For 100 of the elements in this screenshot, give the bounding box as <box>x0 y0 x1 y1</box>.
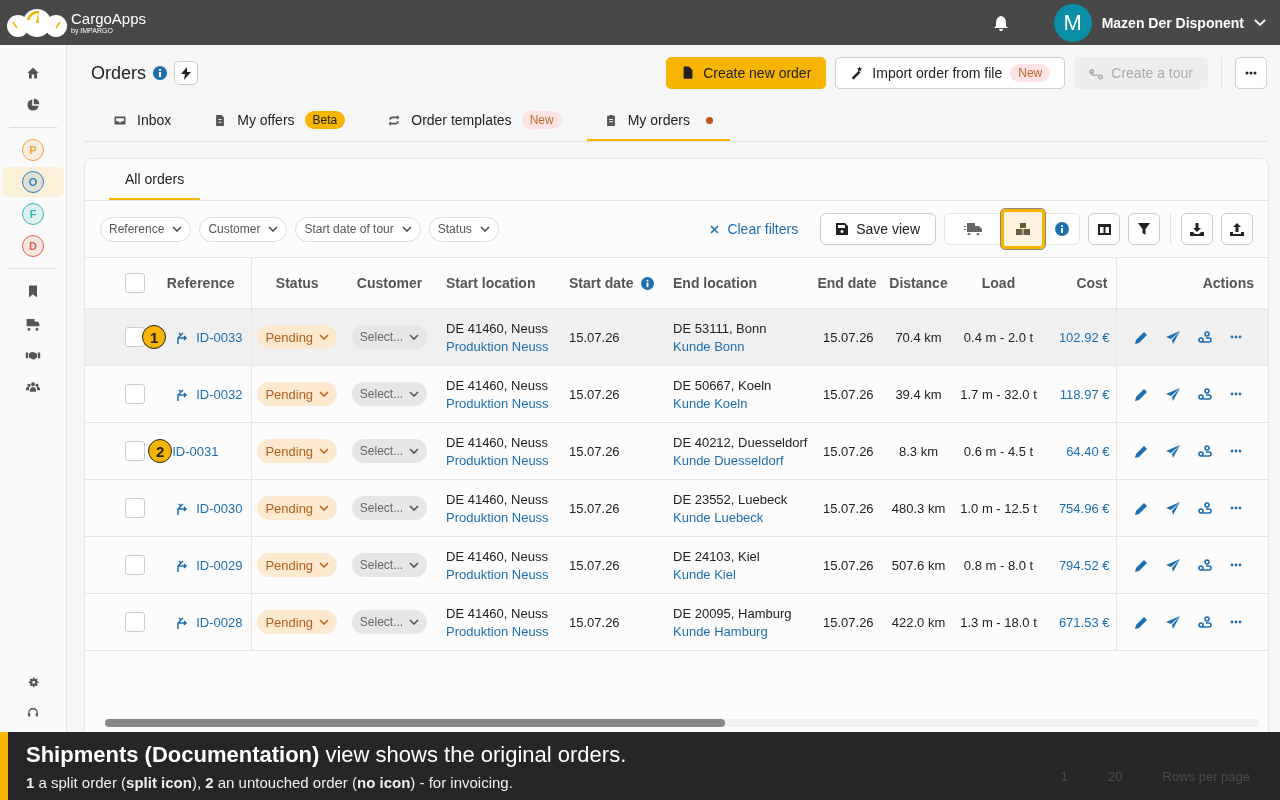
more-icon[interactable] <box>1229 392 1242 396</box>
location-link[interactable]: Kunde Duesseldorf <box>673 452 813 468</box>
route-icon[interactable] <box>1197 501 1212 515</box>
edit-icon[interactable] <box>1134 501 1148 515</box>
lightning-button[interactable] <box>174 61 198 85</box>
order-reference-link[interactable]: ID-0031 <box>172 443 219 459</box>
cost-link[interactable]: 118.97 € <box>1059 386 1110 402</box>
send-icon[interactable] <box>1165 558 1180 572</box>
location-link[interactable]: Produktion Neuss <box>446 452 559 468</box>
edit-icon[interactable] <box>1134 330 1148 344</box>
cost-link[interactable]: 794.52 € <box>1058 557 1110 573</box>
client-picker[interactable]: Select... <box>351 553 428 577</box>
tab[interactable]: Inbox <box>96 101 189 141</box>
cost-link[interactable]: 671.53 € <box>1058 614 1110 630</box>
tab[interactable]: My orders <box>586 101 730 141</box>
state-dropdown[interactable]: Pending <box>257 610 338 634</box>
row-checkbox[interactable] <box>125 327 145 347</box>
more-icon[interactable] <box>1229 335 1242 339</box>
tab[interactable]: My offers Beta <box>196 101 363 141</box>
order-reference-link[interactable]: ID-0032 <box>196 386 243 402</box>
more-icon[interactable] <box>1229 506 1242 510</box>
table-row[interactable]: ID-0030 Pending Select... DE 41460, Neuss Produktion Neuss 15.07.26 DE 23552, Luebeck Kunde Luebeck 15.07.26 480.3 km 1.0 m - 12.5 t 754.96 € <box>85 479 1268 537</box>
location-link[interactable]: Kunde Kiel <box>673 566 813 582</box>
order-reference-link[interactable]: ID-0030 <box>196 500 243 516</box>
notification-bell-icon[interactable] <box>993 14 1008 31</box>
location-link[interactable]: Produktion Neuss <box>446 509 559 525</box>
pie-chart-icon[interactable] <box>25 97 41 113</box>
send-icon[interactable] <box>1165 501 1180 515</box>
info-icon[interactable] <box>1055 222 1069 236</box>
client-picker[interactable]: Select... <box>351 382 428 406</box>
shipments-view-button[interactable] <box>1001 209 1045 249</box>
select-all-checkbox[interactable] <box>125 273 145 293</box>
location-link[interactable]: Kunde Luebeck <box>673 509 813 525</box>
more-icon[interactable] <box>1229 620 1242 624</box>
table-row[interactable]: ID-0032 Pending Select... DE 41460, Neuss Produktion Neuss 15.07.26 DE 50667, Koeln Kunde Koeln 15.07.26 39.4 km 1.7 m - 32.0 t 118.97 € <box>85 365 1268 423</box>
edit-icon[interactable] <box>1134 615 1148 629</box>
send-icon[interactable] <box>1165 615 1180 629</box>
clear-filters-link[interactable]: Clear filters <box>704 220 805 238</box>
filter-button[interactable] <box>1128 213 1160 245</box>
info-icon[interactable] <box>153 66 167 80</box>
state-dropdown[interactable]: Pending <box>257 325 338 349</box>
route-icon[interactable] <box>1197 615 1212 629</box>
upload-button[interactable] <box>1221 213 1253 245</box>
state-dropdown[interactable]: Pending <box>257 382 338 406</box>
user-name[interactable]: Mazen Der Disponent <box>1101 14 1244 31</box>
client-picker[interactable]: Select... <box>351 610 428 634</box>
home-icon[interactable] <box>25 65 41 81</box>
horizontal-scrollbar[interactable] <box>105 719 1258 727</box>
location-link[interactable]: Produktion Neuss <box>446 395 559 411</box>
route-icon[interactable] <box>1197 330 1212 344</box>
state-dropdown[interactable]: Pending <box>257 553 338 577</box>
edit-icon[interactable] <box>1134 558 1148 572</box>
row-checkbox[interactable] <box>125 384 145 404</box>
filter-dropdown[interactable]: Start date of tour <box>295 216 421 242</box>
location-link[interactable]: Kunde Hamburg <box>673 623 813 639</box>
more-icon[interactable] <box>1229 449 1242 453</box>
row-checkbox[interactable] <box>125 498 145 518</box>
cost-link[interactable]: 754.96 € <box>1058 500 1110 516</box>
filter-dropdown[interactable]: Customer <box>199 216 288 242</box>
table-row[interactable]: 2 ID-0031 Pending Select... DE 41460, Neuss Produktion Neuss 15.07.26 DE 40212, Duesseldorf Kunde Duesseldorf 15.07.26 8.3 km 0.6 m - 4.5 t 64.40 € <box>85 422 1268 480</box>
save-view-button[interactable]: Save view <box>820 213 936 245</box>
more-icon[interactable] <box>1229 563 1242 567</box>
tab[interactable]: All orders <box>109 159 201 200</box>
user-avatar[interactable]: M <box>1053 3 1092 42</box>
table-row[interactable]: 1 ID-0033 Pending Select... DE 41460, Neuss Produktion Neuss 15.07.26 DE 53111, Bonn Kunde Bonn 15.07.26 70.4 km 0.4 m - 2.0 t 102.92 € <box>85 308 1268 366</box>
filter-dropdown[interactable]: Status <box>428 216 499 242</box>
send-icon[interactable] <box>1165 444 1180 458</box>
location-link[interactable]: Kunde Koeln <box>673 395 813 411</box>
route-icon[interactable] <box>1197 558 1212 572</box>
sidebar-item[interactable]: O <box>2 167 64 197</box>
edit-icon[interactable] <box>1134 444 1148 458</box>
settings-icon[interactable] <box>26 676 40 690</box>
location-link[interactable]: Produktion Neuss <box>446 338 559 354</box>
download-button[interactable] <box>1181 213 1213 245</box>
order-reference-link[interactable]: ID-0028 <box>196 614 243 630</box>
people-icon[interactable] <box>25 379 41 395</box>
state-dropdown[interactable]: Pending <box>257 439 338 463</box>
import-button[interactable]: Import order from file New <box>835 57 1066 89</box>
send-icon[interactable] <box>1165 330 1180 344</box>
client-picker[interactable]: Select... <box>351 496 428 520</box>
row-checkbox[interactable] <box>125 555 145 575</box>
sidebar-item[interactable]: D <box>2 231 64 261</box>
edit-icon[interactable] <box>1134 387 1148 401</box>
headset-icon[interactable] <box>26 706 40 720</box>
location-link[interactable]: Kunde Bonn <box>673 338 813 354</box>
table-row[interactable]: ID-0029 Pending Select... DE 41460, Neuss Produktion Neuss 15.07.26 DE 24103, Kiel Kunde Kiel 15.07.26 507.6 km 0.8 m - 8.0 t 794.52 € <box>85 536 1268 594</box>
create-order-button[interactable]: Create new order <box>666 57 827 89</box>
chevron-down-icon[interactable] <box>1254 18 1266 27</box>
client-picker[interactable]: Select... <box>351 439 428 463</box>
state-dropdown[interactable]: Pending <box>257 496 338 520</box>
cost-link[interactable]: 102.92 € <box>1058 329 1110 345</box>
row-checkbox[interactable] <box>125 441 145 461</box>
send-icon[interactable] <box>1165 387 1180 401</box>
cost-link[interactable]: 64.40 € <box>1066 443 1110 459</box>
route-icon[interactable] <box>1197 444 1212 458</box>
order-reference-link[interactable]: ID-0029 <box>196 557 243 573</box>
columns-button[interactable] <box>1088 213 1120 245</box>
location-link[interactable]: Produktion Neuss <box>446 566 559 582</box>
client-picker[interactable]: Select... <box>351 325 428 349</box>
location-link[interactable]: Produktion Neuss <box>446 623 559 639</box>
